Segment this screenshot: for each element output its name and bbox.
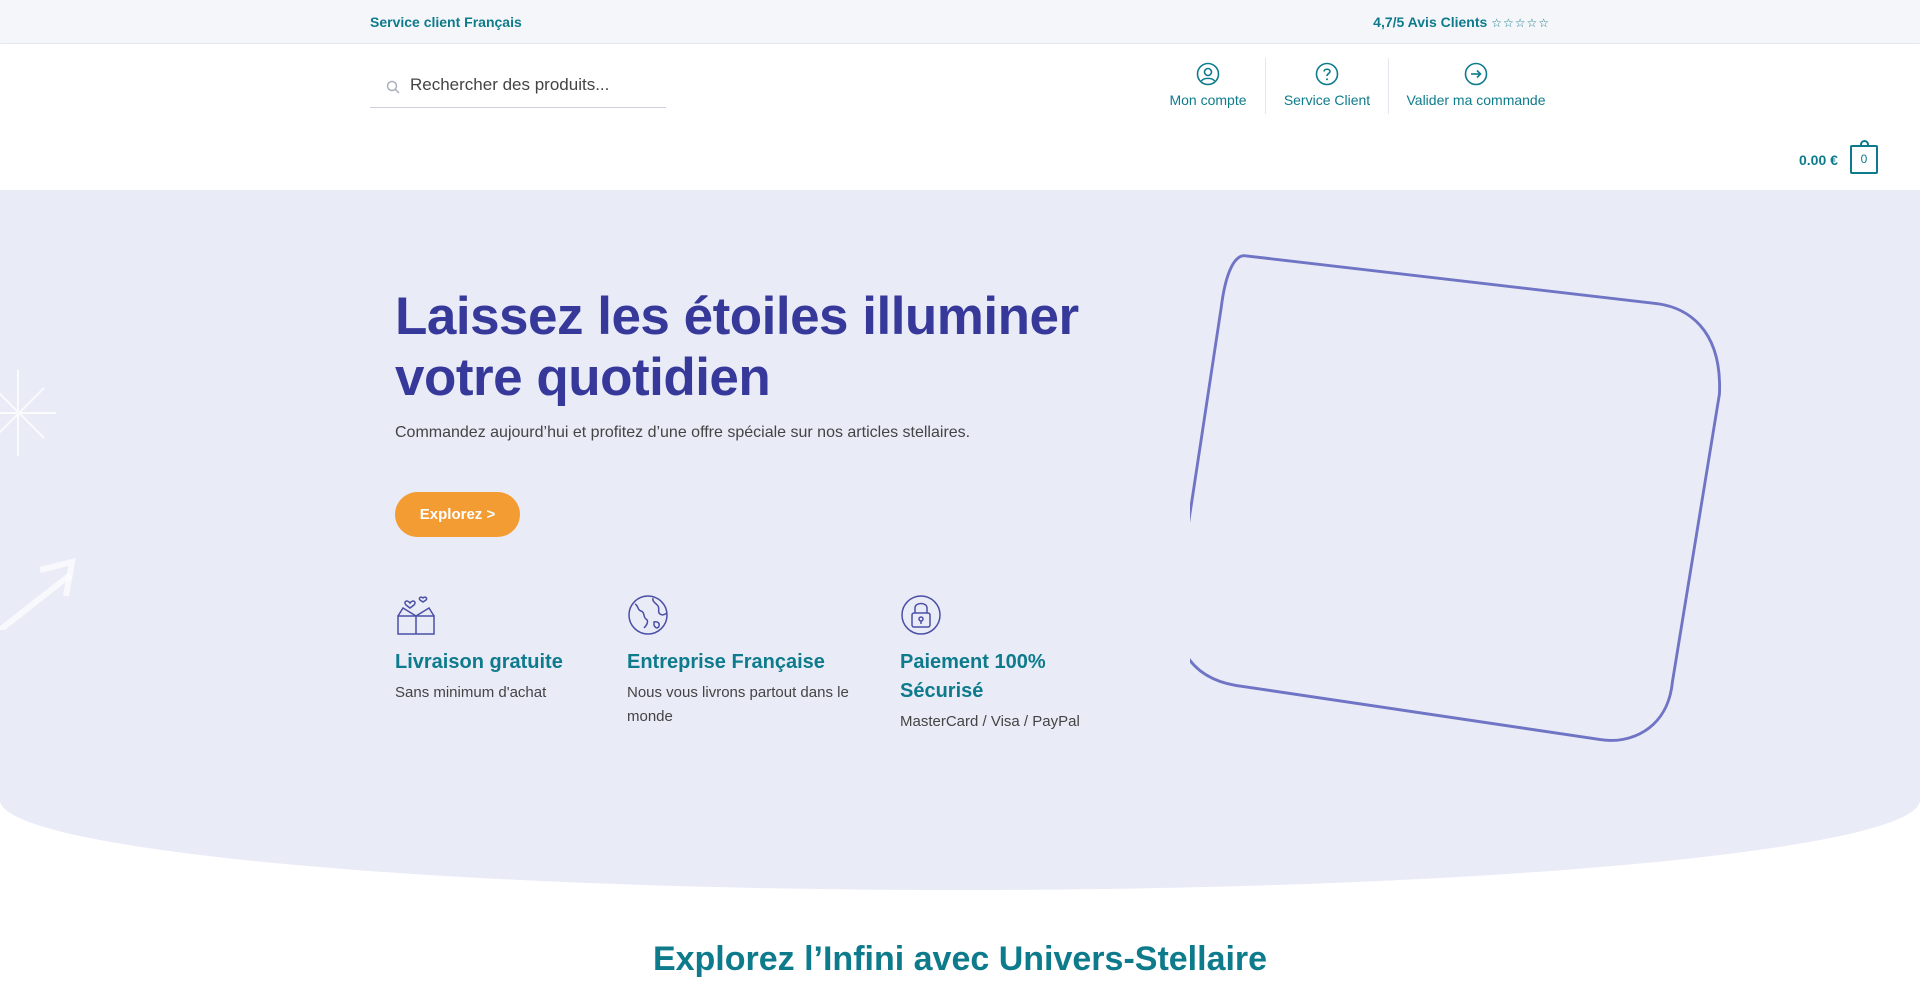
padlock-icon (901, 595, 941, 635)
user-icon (1196, 62, 1220, 86)
feature-title: Entreprise Française (627, 651, 825, 673)
feature-text: Nous vous livrons partout dans le monde (627, 684, 849, 725)
nav-customer-service[interactable]: Service Client (1274, 56, 1380, 116)
nav-divider (1265, 58, 1266, 114)
nav-my-account-label: Mon compte (1169, 92, 1247, 108)
hero-subtitle: Commandez aujourd’hui et profitez d’une … (395, 424, 971, 441)
feature-free-delivery: Livraison gratuite Sans minimum d'achat (395, 594, 595, 705)
image-frame-placeholder (1190, 254, 1721, 742)
search-input[interactable] (410, 72, 660, 98)
rating-stars: ☆☆☆☆☆ (1491, 16, 1550, 30)
nav-divider (1388, 58, 1389, 114)
section-title: Explorez l’Infini avec Univers-Stellaire (652, 940, 1268, 978)
explore-button[interactable]: Explorez > (395, 492, 520, 537)
top-bar: Service client Français 4,7/5 Avis Clien… (0, 0, 1920, 44)
search-icon (386, 80, 400, 94)
gift-box-icon (397, 596, 435, 635)
help-icon (1315, 62, 1339, 86)
cart-bar: 0.00 € 0 (0, 128, 1920, 190)
feature-french-company: Entreprise Française Nous vous livrons p… (627, 594, 867, 729)
search-box (370, 64, 666, 108)
customer-service-notice: Service client Français (370, 14, 522, 30)
feature-title: Livraison gratuite (395, 651, 563, 673)
sparkle-decoration-icon (0, 370, 76, 630)
feature-secure-payment: Paiement 100% Sécurisé MasterCard / Visa… (900, 594, 1100, 734)
feature-text: Sans minimum d'achat (395, 684, 547, 701)
globe-icon (628, 595, 668, 635)
feature-text: MasterCard / Visa / PayPal (900, 713, 1080, 730)
site-header: Mon compte Service Client Valider ma com… (0, 44, 1920, 128)
cart-total[interactable]: 0.00 € (1799, 152, 1838, 168)
cart-button[interactable]: 0 (1850, 140, 1878, 174)
nav-my-account[interactable]: Mon compte (1160, 56, 1256, 116)
feature-title: Paiement 100% Sécurisé (900, 651, 1046, 702)
cart-count: 0 (1860, 152, 1868, 166)
customer-rating[interactable]: 4,7/5 Avis Clients ☆☆☆☆☆ (1373, 14, 1550, 30)
rating-text: 4,7/5 Avis Clients (1373, 14, 1488, 30)
hero-title: Laissez les étoiles illuminer votre quot… (395, 287, 1079, 407)
nav-checkout[interactable]: Valider ma commande (1398, 56, 1554, 116)
bag-handle-icon (1860, 140, 1869, 147)
nav-customer-service-label: Service Client (1283, 92, 1371, 108)
arrow-circle-right-icon (1464, 62, 1488, 86)
nav-checkout-label: Valider ma commande (1406, 92, 1546, 108)
